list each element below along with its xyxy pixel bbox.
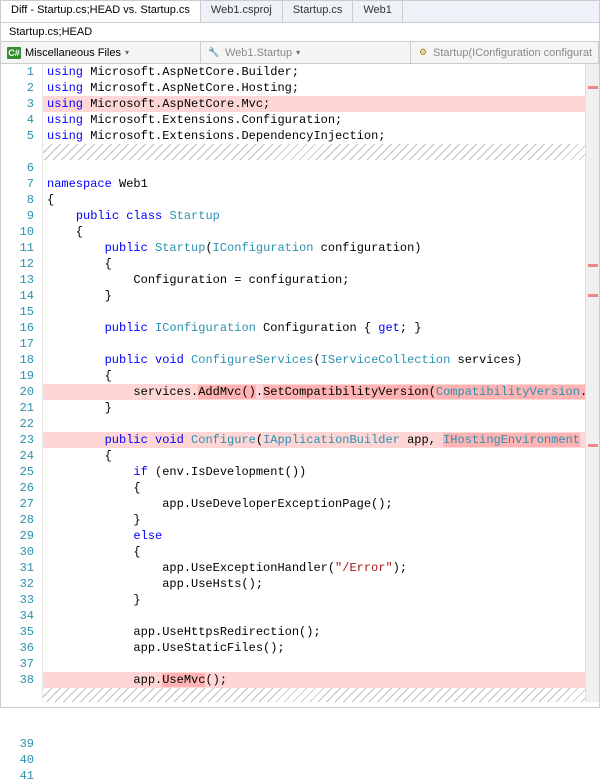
diff-gap <box>43 144 599 160</box>
code-text: "/Error" <box>335 561 393 575</box>
deleted-line: app.UseMvc(); <box>43 672 599 688</box>
code-text: app.UseHttpsRedirection(); <box>43 624 599 640</box>
scrollbar-overview[interactable] <box>585 64 599 702</box>
code-text: services) <box>450 353 522 367</box>
code-text: Web1 <box>112 177 148 191</box>
code-text: else <box>47 529 162 543</box>
nav-project-label: Miscellaneous Files <box>25 47 121 59</box>
code-text: { <box>43 544 599 560</box>
code-text: (env.IsDevelopment()) <box>148 465 306 479</box>
chevron-down-icon: ▾ <box>125 48 129 57</box>
code-text: ); <box>393 561 407 575</box>
code-text: if <box>47 465 148 479</box>
code-text: { <box>43 192 599 208</box>
code-text: IServiceCollection <box>321 353 451 367</box>
code-area[interactable]: using Microsoft.AspNetCore.Builder; usin… <box>43 64 599 702</box>
code-text: ( <box>313 353 320 367</box>
code-text: IConfiguration <box>155 321 256 335</box>
document-tabs: Diff - Startup.cs;HEAD vs. Startup.cs We… <box>1 1 599 23</box>
nav-class-dropdown[interactable]: 🔧 Web1.Startup ▾ <box>201 42 411 63</box>
chevron-down-icon: ▾ <box>296 48 300 57</box>
deleted-word: UseMvc <box>162 673 205 687</box>
tab-startup[interactable]: Startup.cs <box>283 1 354 22</box>
code-text: Configuration = configuration; <box>43 272 599 288</box>
code-text: public <box>47 241 155 255</box>
code-text: app. <box>47 673 162 687</box>
class-icon: 🔧 <box>207 47 221 59</box>
code-text: { <box>43 256 599 272</box>
deleted-line: using Microsoft.AspNetCore.Mvc; <box>43 96 599 112</box>
code-text: Configuration { <box>256 321 378 335</box>
code-text: public void <box>47 353 191 367</box>
line-number-gutter: 12345 678910 1112131415 1617181920 21222… <box>1 64 43 702</box>
code-text: ; } <box>400 321 422 335</box>
tab-web1[interactable]: Web1 <box>353 1 403 22</box>
code-text: public class <box>47 209 169 223</box>
code-text: public <box>47 321 155 335</box>
code-text: Configure <box>191 433 256 447</box>
code-text: app.UseDeveloperExceptionPage(); <box>43 496 599 512</box>
code-text: ConfigureServices <box>191 353 313 367</box>
csharp-icon: C# <box>7 47 21 59</box>
code-text: } <box>43 400 599 416</box>
tab-csproj[interactable]: Web1.csproj <box>201 1 283 22</box>
nav-member-label: Startup(IConfiguration configurat <box>433 47 592 59</box>
code-text: namespace <box>47 177 112 191</box>
code-text: get <box>378 321 400 335</box>
code-text: } <box>43 288 599 304</box>
code-text: ( <box>205 241 212 255</box>
code-text: (); <box>205 673 227 687</box>
tab-diff[interactable]: Diff - Startup.cs;HEAD vs. Startup.cs <box>1 1 201 22</box>
deleted-line: public void Configure(IApplicationBuilde… <box>43 432 599 448</box>
diff-gap <box>43 688 599 702</box>
code-text: IConfiguration <box>213 241 314 255</box>
code-text: Startup <box>169 209 219 223</box>
code-text: using <box>47 97 83 111</box>
deleted-word: () <box>241 385 255 399</box>
code-text: { <box>43 224 599 240</box>
deleted-word: AddMvc <box>198 385 241 399</box>
code-text: { <box>43 368 599 384</box>
code-text: app.UseStaticFiles(); <box>43 640 599 656</box>
code-text: public void <box>47 433 191 447</box>
code-text: app.UseExceptionHandler( <box>47 561 335 575</box>
code-text: Microsoft.AspNetCore.Mvc; <box>83 97 270 111</box>
nav-class-label: Web1.Startup <box>225 47 292 59</box>
code-text: services. <box>47 385 198 399</box>
code-text: { <box>43 480 599 496</box>
code-text: IApplicationBuilder <box>263 433 400 447</box>
file-path: Startup.cs;HEAD <box>1 23 599 42</box>
code-text: Startup <box>155 241 205 255</box>
deleted-word: IHostingEnvironment <box>443 433 580 447</box>
code-text: configuration) <box>313 241 421 255</box>
deleted-word: CompatibilityVersion <box>436 385 580 399</box>
code-text: } <box>43 512 599 528</box>
code-text: . <box>256 385 263 399</box>
deleted-word: SetCompatibilityVersion <box>263 385 429 399</box>
nav-project-dropdown[interactable]: C# Miscellaneous Files ▾ <box>1 42 201 63</box>
nav-member-dropdown[interactable]: ⚙ Startup(IConfiguration configurat <box>411 42 599 63</box>
code-text: ( <box>256 433 263 447</box>
code-text: { <box>43 448 599 464</box>
deleted-line: services.AddMvc().SetCompatibilityVersio… <box>43 384 599 400</box>
code-text: app, <box>400 433 443 447</box>
code-editor[interactable]: 12345 678910 1112131415 1617181920 21222… <box>1 64 599 702</box>
method-icon: ⚙ <box>417 47 429 59</box>
navigation-bar: C# Miscellaneous Files ▾ 🔧 Web1.Startup … <box>1 42 599 64</box>
deleted-word: ( <box>429 385 436 399</box>
code-text: app.UseHsts(); <box>43 576 599 592</box>
code-text: } <box>43 592 599 608</box>
